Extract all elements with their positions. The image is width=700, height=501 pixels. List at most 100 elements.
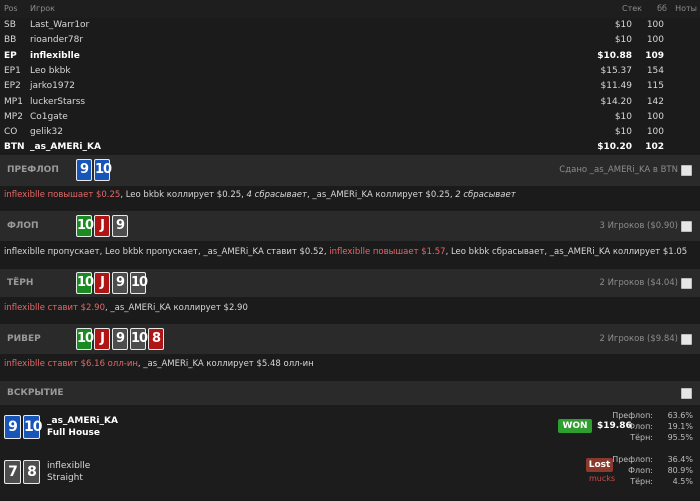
action-text: 2 сбрасывает <box>455 190 516 200</box>
player-stack: $15.37 <box>600 65 633 76</box>
equity-street: Префлоп: <box>612 411 653 420</box>
playing-card: 10 <box>76 328 94 350</box>
player-name: _as_AMERi_KA <box>47 416 118 426</box>
hole-cards: 78 <box>4 460 42 484</box>
player-stack: $10 <box>614 127 632 138</box>
player-row[interactable]: MP1 luckerStarss $14.20 142 <box>0 95 700 110</box>
showdown-row-winner: 9 10 _as_AMERi_KA Full House WON $19.86 П… <box>0 407 700 451</box>
action-text: 4 сбрасывает <box>246 190 307 200</box>
action-text: inflexiblle пропускает, Leo bkbk пропуск… <box>4 247 330 257</box>
aggressive-action: inflexiblle повышает $0.25 <box>4 190 121 200</box>
street-checkbox[interactable] <box>681 388 692 399</box>
player-stack: $11.49 <box>600 81 633 92</box>
street-bar-preflop: ПРЕФЛОП 9 10 Сдано _as_AMERi_KA в BTN <box>0 155 700 186</box>
equity-value: 19.1% <box>667 422 693 431</box>
col-bb-header: бб <box>657 4 667 13</box>
player-pos: BB <box>4 35 17 46</box>
player-row[interactable]: EP1 Leo bkbk $15.37 154 <box>0 64 700 79</box>
player-pos: EP2 <box>4 81 21 92</box>
playing-card: 9 <box>76 159 92 181</box>
equity-row: Флоп: 80.9% <box>613 466 693 477</box>
player-row[interactable]: CO gelik32 $10 100 <box>0 125 700 140</box>
player-bb: 100 <box>646 111 664 122</box>
playing-card: 9 <box>112 215 128 237</box>
equity-table: Префлоп: 63.6% Флоп: 19.1% Тёрн: 95.5% <box>612 411 693 444</box>
player-bb: 100 <box>646 35 664 46</box>
street-bar-river: РИВЕР 10 J 9 10 8 2 Игроков ($9.84) <box>0 324 700 354</box>
table-header: Pos Игрок Стек бб Ноты <box>0 0 700 18</box>
col-player-header: Игрок <box>30 4 55 13</box>
street-checkbox[interactable] <box>681 278 692 289</box>
equity-value: 36.4% <box>667 455 693 464</box>
player-row[interactable]: EP2 jarko1972 $11.49 115 <box>0 79 700 94</box>
player-pos: MP2 <box>4 111 23 122</box>
player-stack: $10 <box>614 35 632 46</box>
player-name: Last_Warr1or <box>30 20 90 30</box>
action-text: , _as_AMERi_KA коллирует $5.48 олл-ин <box>137 359 314 369</box>
street-actions-river: inflexiblle ставит $6.16 олл-ин, _as_AME… <box>4 359 314 369</box>
playing-card: 7 <box>4 460 21 484</box>
street-checkbox[interactable] <box>681 165 692 176</box>
result-badge-lost: Lost <box>586 458 613 472</box>
player-name: Leo bkbk <box>30 65 71 76</box>
street-label: ТЁРН <box>7 278 34 288</box>
player-row[interactable]: MP2 Co1gate $10 100 <box>0 110 700 125</box>
action-text: , _as_AMERi_KA коллирует $0.25, <box>306 190 456 200</box>
equity-street: Флоп: <box>628 466 653 475</box>
player-row[interactable]: SB Last_Warr1or $10 100 <box>0 18 700 33</box>
player-pos: EP <box>4 50 17 61</box>
player-stack: $10 <box>614 20 632 30</box>
col-pos-header: Pos <box>4 4 18 13</box>
player-bb: 142 <box>646 96 664 107</box>
result-badge-won: WON <box>558 419 592 433</box>
playing-card: 10 <box>76 272 94 294</box>
playing-card: 10 <box>76 215 94 237</box>
equity-table: Префлоп: 36.4% Флоп: 80.9% Тёрн: 4.5% <box>612 455 693 488</box>
player-name: luckerStarss <box>30 96 86 107</box>
player-bb: 102 <box>645 142 664 153</box>
equity-value: 80.9% <box>667 466 693 475</box>
col-stack-header: Стек <box>622 4 642 13</box>
player-name: rioander78r <box>30 35 84 46</box>
player-row[interactable]: EP inflexiblle $10.88 109 <box>0 49 700 64</box>
player-name: gelik32 <box>30 127 63 138</box>
playing-card: 9 <box>4 415 21 439</box>
playing-card: 10 <box>23 415 42 439</box>
player-pos: EP1 <box>4 65 21 76</box>
col-notes-header: Ноты <box>675 4 697 13</box>
player-row[interactable]: BB rioander78r $10 100 <box>0 33 700 48</box>
player-name: jarko1972 <box>30 81 76 92</box>
player-stack: $10.20 <box>597 142 632 153</box>
street-label: ВСКРЫТИЕ <box>7 388 64 398</box>
playing-card: 9 <box>112 328 128 350</box>
street-info: Сдано _as_AMERi_KA в BTN <box>559 165 678 175</box>
street-checkbox[interactable] <box>681 334 692 345</box>
equity-street: Тёрн: <box>630 477 653 486</box>
action-text: , Leo bkbk коллирует $0.25, <box>120 190 247 200</box>
player-stack: $10 <box>614 111 632 122</box>
equity-value: 4.5% <box>672 477 693 486</box>
playing-card: 9 <box>112 272 128 294</box>
street-actions-preflop: inflexiblle повышает $0.25, Leo bkbk кол… <box>4 190 516 200</box>
mucks-note: mucks <box>589 474 616 483</box>
street-checkbox[interactable] <box>681 221 692 232</box>
aggressive-action: inflexiblle ставит $2.90 <box>4 303 105 313</box>
equity-row: Префлоп: 63.6% <box>612 411 693 422</box>
playing-card: 10 <box>94 159 112 181</box>
player-bb: 109 <box>645 50 664 61</box>
equity-row: Тёрн: 95.5% <box>613 433 693 444</box>
player-name: inflexiblle <box>30 50 80 61</box>
showdown-row-loser: 78 inflexiblle Straight Lost mucks Префл… <box>0 452 700 497</box>
equity-street: Тёрн: <box>630 433 653 442</box>
street-info: 2 Игроков ($9.84) <box>599 334 678 344</box>
street-bar-turn: ТЁРН 10 J 9 10 2 Игроков ($4.04) <box>0 269 700 297</box>
player-pos: BTN <box>4 142 25 153</box>
equity-value: 63.6% <box>667 411 693 420</box>
street-label: ПРЕФЛОП <box>7 165 59 175</box>
equity-row: Флоп: 19.1% <box>613 422 693 433</box>
playing-card: J <box>94 328 110 350</box>
street-label: РИВЕР <box>7 334 41 344</box>
playing-card: 8 <box>148 328 164 350</box>
street-actions-flop: inflexiblle пропускает, Leo bkbk пропуск… <box>4 247 687 257</box>
player-row[interactable]: BTN _as_AMERi_KA $10.20 102 <box>0 140 700 155</box>
